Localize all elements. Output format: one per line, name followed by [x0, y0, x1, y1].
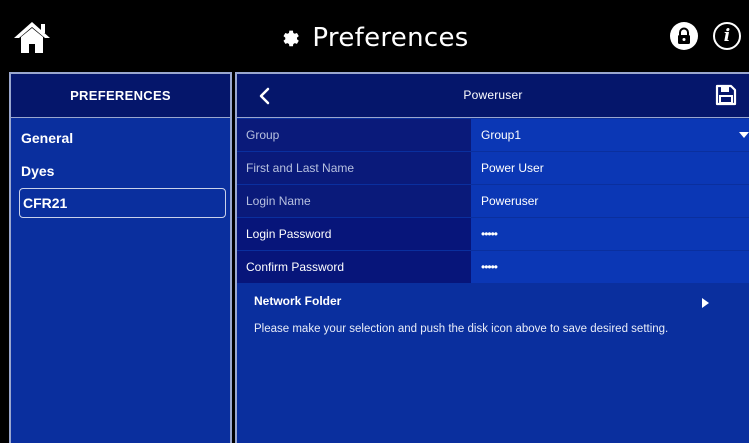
sidebar-item-cfr21[interactable]: CFR21 [19, 188, 226, 218]
field-row-group: Group Group1 [237, 119, 749, 151]
field-row-login-password: Login Password ••••• [237, 218, 749, 250]
user-detail-panel: Poweruser Group Group1 First and Last Na… [235, 72, 749, 443]
confirm-password-input[interactable]: ••••• [471, 251, 749, 283]
top-bar: Preferences i [0, 0, 749, 73]
login-password-label: Login Password [237, 218, 471, 250]
chevron-right-icon [702, 298, 709, 308]
sidebar-item-dyes[interactable]: Dyes [19, 156, 226, 186]
network-folder-label: Network Folder [254, 294, 342, 308]
group-dropdown[interactable]: Group1 [471, 119, 749, 151]
save-disk-icon[interactable] [715, 84, 737, 106]
field-row-login-name: Login Name Poweruser [237, 185, 749, 217]
sidebar-item-general[interactable]: General [19, 123, 226, 153]
lock-icon[interactable] [670, 22, 698, 50]
group-value: Group1 [481, 128, 522, 142]
sidebar-header: PREFERENCES [11, 74, 230, 118]
group-label: Group [237, 119, 471, 151]
preferences-sidebar: PREFERENCES General Dyes CFR21 [9, 72, 232, 443]
full-name-input[interactable]: Power User [471, 152, 749, 184]
full-name-label: First and Last Name [237, 152, 471, 184]
login-name-input[interactable]: Poweruser [471, 185, 749, 217]
field-row-full-name: First and Last Name Power User [237, 152, 749, 184]
caret-down-icon[interactable] [739, 132, 749, 138]
confirm-password-label: Confirm Password [237, 251, 471, 283]
page-header: Preferences [0, 21, 749, 55]
field-row-confirm-password: Confirm Password ••••• [237, 251, 749, 283]
page-title: Preferences [312, 23, 469, 53]
panel-header: Poweruser [237, 74, 749, 118]
panel-title: Poweruser [463, 88, 523, 102]
network-folder-item[interactable]: Network Folder [237, 288, 749, 316]
info-icon[interactable]: i [713, 22, 741, 50]
login-password-input[interactable]: ••••• [471, 218, 749, 250]
save-hint-text: Please make your selection and push the … [254, 323, 669, 335]
login-name-label: Login Name [237, 185, 471, 217]
gear-icon [283, 30, 300, 47]
